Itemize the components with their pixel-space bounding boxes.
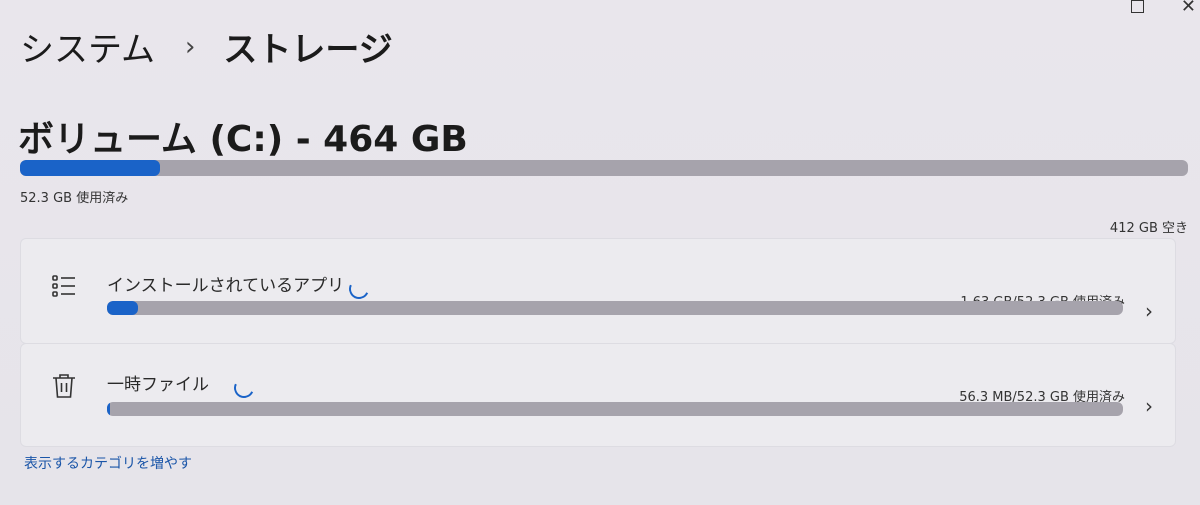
loading-spinner-icon xyxy=(231,375,257,401)
category-label: 一時ファイル xyxy=(107,375,209,395)
show-more-categories-link[interactable]: 表示するカテゴリを増やす xyxy=(24,453,192,473)
volume-used-label: 52.3 GB 使用済み xyxy=(20,191,129,206)
category-usage-bar xyxy=(107,402,1123,416)
breadcrumb-parent[interactable]: システム xyxy=(20,22,155,71)
page-title: ストレージ xyxy=(223,30,393,70)
category-usage-fill xyxy=(107,402,111,416)
category-usage-fill xyxy=(107,301,139,315)
chevron-right-icon: › xyxy=(1145,394,1153,418)
category-installed-apps[interactable]: インストールされているアプリ 1.63 GB/52.3 GB 使用済み › xyxy=(20,238,1176,344)
maximize-button[interactable] xyxy=(1131,0,1144,13)
breadcrumb: システム › ストレージ xyxy=(20,22,393,71)
category-temp-files[interactable]: 一時ファイル 56.3 MB/52.3 GB 使用済み › xyxy=(20,343,1176,447)
loading-spinner-icon xyxy=(346,276,372,302)
volume-usage-bar xyxy=(20,160,1188,176)
category-usage-bar xyxy=(107,301,1123,315)
close-button[interactable]: ✕ xyxy=(1181,0,1196,17)
chevron-right-icon: › xyxy=(1145,299,1153,323)
list-icon xyxy=(51,273,77,303)
category-label: インストールされているアプリ xyxy=(107,276,345,296)
chevron-right-icon: › xyxy=(184,31,196,62)
volume-title: ボリューム (C:) - 464 GB xyxy=(18,119,468,160)
trash-icon xyxy=(51,372,77,404)
volume-free-label: 412 GB 空き xyxy=(1109,221,1188,236)
volume-usage-fill xyxy=(20,160,161,176)
